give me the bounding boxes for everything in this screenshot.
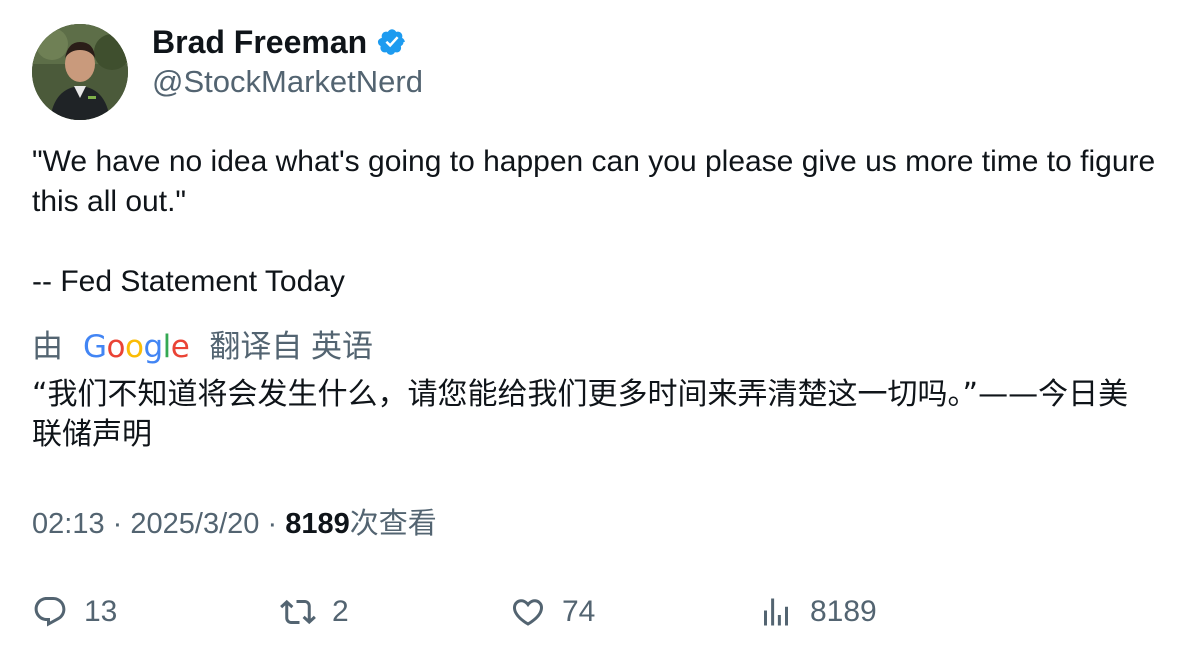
like-button[interactable]: 74 bbox=[510, 588, 595, 636]
translation-attribution: 由 Google 翻译自 英语 bbox=[32, 326, 373, 368]
reply-count: 13 bbox=[84, 595, 118, 628]
translation-prefix: 由 bbox=[32, 329, 63, 364]
views-button[interactable]: 8189 bbox=[758, 588, 877, 636]
reply-icon bbox=[34, 597, 66, 627]
tweet-meta: 02:13 · 2025/3/20 · 8189次查看 bbox=[32, 504, 437, 544]
tweet-date[interactable]: 2025/3/20 bbox=[130, 508, 259, 540]
retweet-button[interactable]: 2 bbox=[280, 588, 349, 636]
like-count: 74 bbox=[562, 595, 596, 628]
avatar[interactable] bbox=[32, 24, 128, 120]
verified-badge-icon bbox=[378, 29, 405, 55]
meta-separator: · bbox=[267, 508, 278, 540]
analytics-icon bbox=[764, 598, 788, 626]
tweet-text: "We have no idea what's going to happen … bbox=[32, 145, 1156, 298]
retweet-icon bbox=[280, 599, 316, 625]
author-name[interactable]: Brad Freeman bbox=[152, 22, 367, 62]
avatar-photo bbox=[32, 24, 128, 120]
meta-separator: · bbox=[112, 508, 123, 540]
google-logo[interactable]: Google bbox=[83, 326, 190, 368]
reply-button[interactable]: 13 bbox=[32, 588, 117, 636]
views-action-count: 8189 bbox=[810, 595, 877, 628]
author-name-row: Brad Freeman bbox=[152, 22, 407, 62]
translated-text: “我们不知道将会发生什么，请您能给我们更多时间来弄清楚这一切吗。”——今日美联储… bbox=[32, 377, 1129, 452]
action-bar: 13 2 74 8189 bbox=[32, 588, 1172, 636]
retweet-count: 2 bbox=[332, 595, 349, 628]
translation-suffix: 翻译自 英语 bbox=[209, 329, 373, 364]
views-count: 8189 bbox=[285, 508, 350, 540]
heart-icon bbox=[512, 599, 544, 626]
tweet-time[interactable]: 02:13 bbox=[32, 508, 105, 540]
author-handle[interactable]: @StockMarketNerd bbox=[152, 62, 423, 102]
views-label: 次查看 bbox=[349, 508, 437, 540]
